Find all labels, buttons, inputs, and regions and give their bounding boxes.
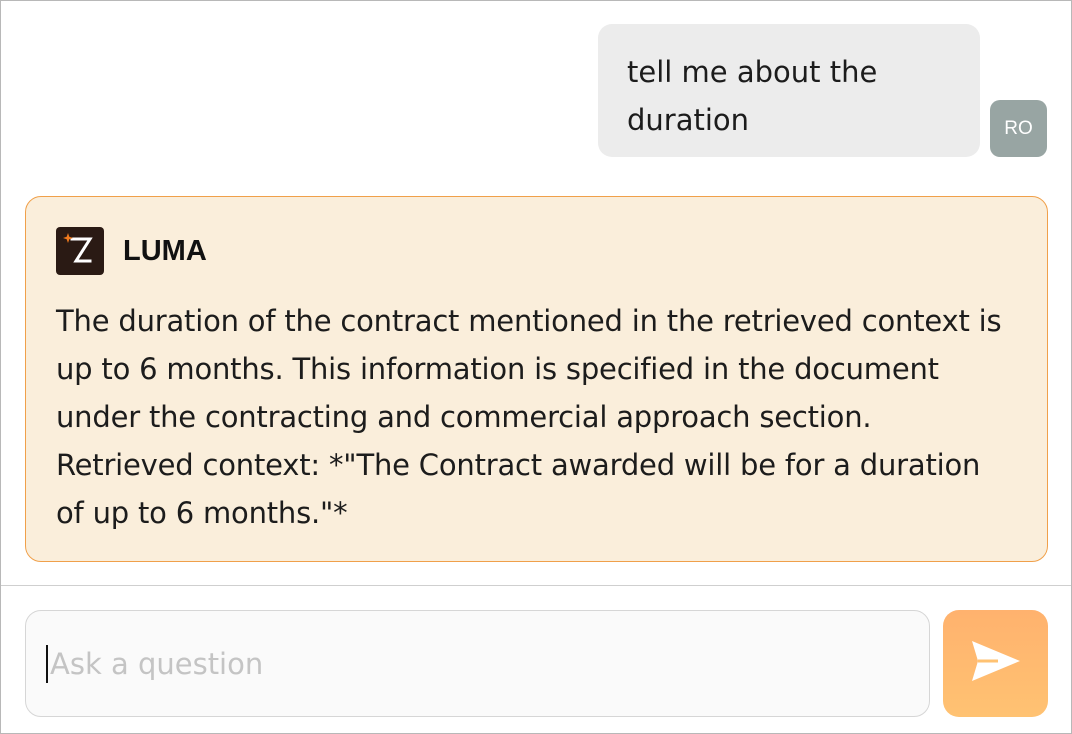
luma-logo-icon: [56, 227, 104, 275]
composer-divider: [1, 585, 1071, 586]
assistant-message-text: The duration of the contract mentioned i…: [56, 297, 1017, 537]
assistant-message-line: The duration of the contract mentioned i…: [56, 304, 1002, 338]
user-message-bubble: tell me about the duration: [598, 24, 980, 157]
question-input[interactable]: [50, 646, 890, 681]
chat-window: tell me about the duration RO LUMA The d…: [0, 0, 1072, 734]
assistant-message-line: up to 6 months. This information is spec…: [56, 352, 939, 386]
assistant-message-line: under the contracting and commercial app…: [56, 400, 872, 434]
send-icon: [970, 639, 1022, 688]
user-message-line: tell me about the: [627, 55, 878, 89]
assistant-message-card: LUMA The duration of the contract mentio…: [25, 196, 1048, 562]
assistant-name: LUMA: [123, 234, 207, 267]
assistant-message-line: of up to 6 months."*: [56, 496, 348, 530]
user-avatar: RO: [990, 100, 1047, 157]
assistant-header: LUMA: [56, 227, 1017, 275]
question-input-box[interactable]: [25, 610, 930, 717]
text-cursor: [46, 644, 48, 683]
send-button[interactable]: [943, 610, 1048, 717]
message-list: tell me about the duration RO LUMA The d…: [1, 1, 1071, 585]
user-message-line: duration: [627, 103, 750, 137]
assistant-message-line: Retrieved context: *"The Contract awarde…: [56, 448, 981, 482]
